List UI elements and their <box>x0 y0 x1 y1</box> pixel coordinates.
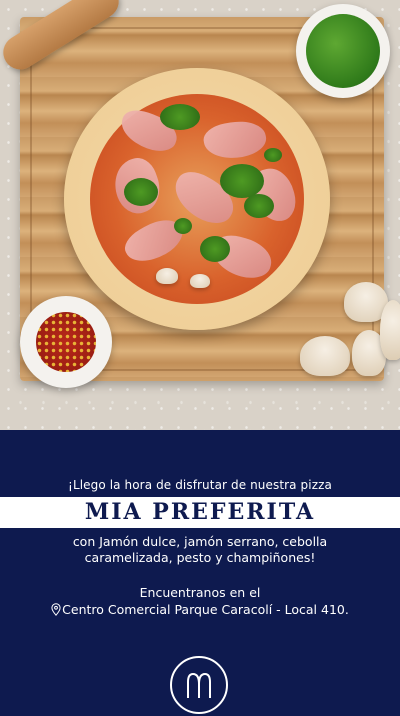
pizza-photo <box>0 0 400 430</box>
pizza-title: MIA PREFERITA <box>84 499 316 525</box>
mushroom <box>300 336 350 376</box>
pesto-dollop <box>200 236 230 262</box>
pesto-dollop <box>174 218 192 234</box>
chili-flakes-bowl <box>20 296 112 388</box>
title-band: MIA PREFERITA <box>0 497 400 528</box>
pesto-dollop <box>244 194 274 218</box>
address-text: Centro Comercial Parque Caracolí - Local… <box>62 602 349 617</box>
pesto-dollop <box>264 148 282 162</box>
promo-page: ¡Llego la hora de disfrutar de nuestra p… <box>0 0 400 714</box>
pesto-dollop <box>220 164 264 198</box>
pesto-bowl <box>296 4 390 98</box>
mushroom <box>380 300 400 360</box>
pesto-dollop <box>160 104 200 130</box>
pesto-dollop <box>124 178 158 206</box>
pizza-description: con Jamón dulce, jamón serrano, cebolla … <box>72 534 328 565</box>
address-line: Centro Comercial Parque Caracolí - Local… <box>0 602 400 617</box>
promo-info-panel: ¡Llego la hora de disfrutar de nuestra p… <box>0 430 400 714</box>
mushroom-slice <box>156 268 178 284</box>
location-intro: Encuentranos en el <box>139 585 261 600</box>
mushroom-slice <box>190 274 210 288</box>
pizza <box>64 68 330 330</box>
map-pin-icon <box>51 603 61 616</box>
tagline: ¡Llego la hora de disfrutar de nuestra p… <box>68 478 332 492</box>
m-logo-icon <box>170 656 228 714</box>
